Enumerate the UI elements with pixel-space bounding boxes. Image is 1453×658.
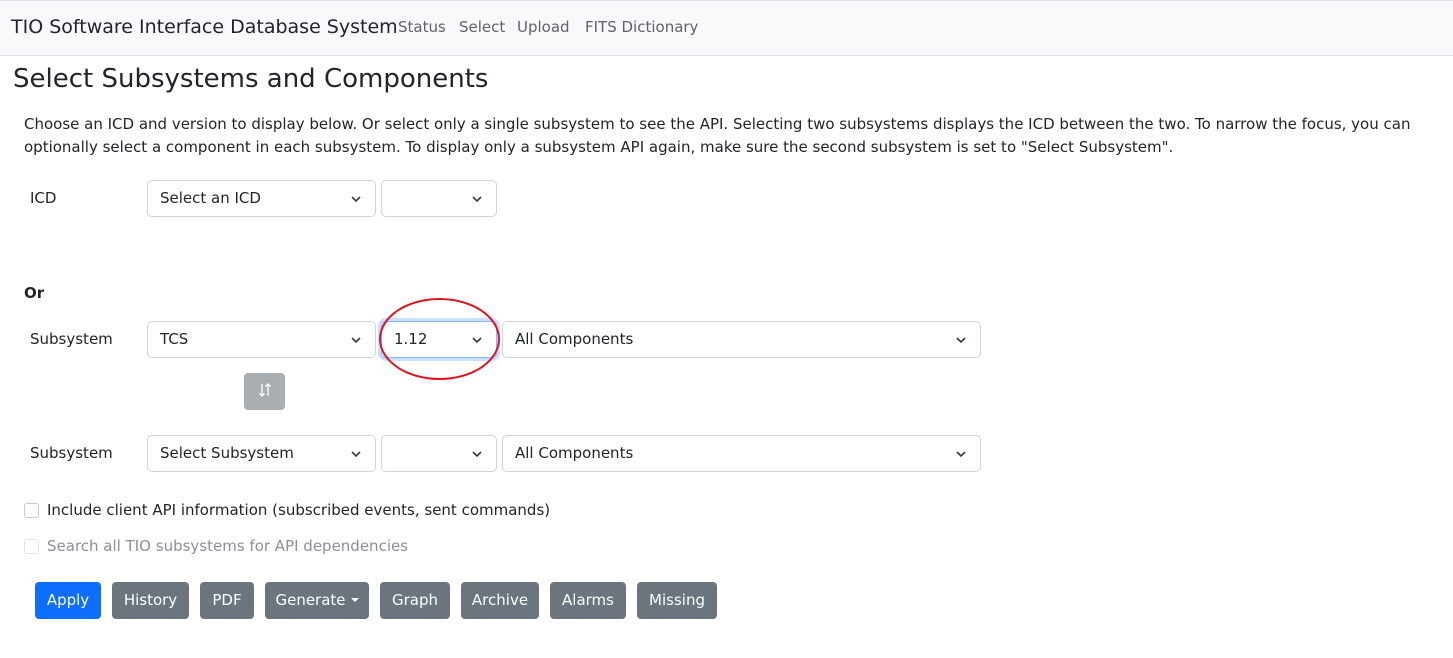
subsystem1-component-value: All Components [515,330,634,348]
navbar: TIO Software Interface Database System S… [0,0,1453,56]
apply-button[interactable]: Apply [35,582,101,619]
search-all-checkbox[interactable] [24,538,39,554]
alarms-button[interactable]: Alarms [550,582,626,619]
caret-down-icon [350,598,359,602]
chevron-down-icon [956,335,966,345]
brand-title[interactable]: TIO Software Interface Database System [11,16,398,38]
nav-link-upload[interactable]: Upload [517,18,570,36]
intro-text: Choose an ICD and version to display bel… [24,115,1411,156]
archive-button[interactable]: Archive [461,582,539,619]
subsystem2-select[interactable]: Select Subsystem [147,435,376,472]
subsystem1-version-select[interactable]: 1.12 [381,321,497,358]
chevron-down-icon [351,449,361,459]
chevron-down-icon [472,194,482,204]
subsystem1-select-value: TCS [160,330,189,348]
client-api-option: Include client API information (subscrib… [24,499,550,521]
subsystem1-label: Subsystem [30,330,113,348]
chevron-down-icon [351,194,361,204]
history-button[interactable]: History [112,582,189,619]
subsystem2-component-value: All Components [515,444,634,462]
chevron-down-icon [351,335,361,345]
subsystem2-select-value: Select Subsystem [160,444,294,462]
subsystem1-version-value: 1.12 [394,330,428,348]
subsystem2-version-select[interactable] [381,435,497,472]
graph-button[interactable]: Graph [380,582,450,619]
swap-subsystems-button[interactable] [244,373,285,410]
icd-select[interactable]: Select an ICD [147,180,376,217]
search-all-label: Search all TIO subsystems for API depend… [47,537,409,555]
page-title: Select Subsystems and Components [13,64,489,94]
nav-link-status[interactable]: Status [398,18,446,36]
chevron-down-icon [956,449,966,459]
chevron-down-icon [472,449,482,459]
missing-button[interactable]: Missing [637,582,717,619]
icd-version-select[interactable] [381,180,497,217]
search-all-option: Search all TIO subsystems for API depend… [24,535,408,557]
chevron-down-icon [472,335,482,345]
generate-dropdown-button[interactable]: Generate [265,582,369,619]
pdf-button[interactable]: PDF [200,582,254,619]
nav-link-fits-dictionary[interactable]: FITS Dictionary [585,18,698,36]
swap-arrows-icon [257,382,273,402]
generate-label: Generate [275,591,346,609]
subsystem1-select[interactable]: TCS [147,321,376,358]
subsystem2-label: Subsystem [30,444,113,462]
subsystem1-component-select[interactable]: All Components [502,321,981,358]
client-api-label[interactable]: Include client API information (subscrib… [47,501,550,519]
or-label: Or [24,284,45,302]
nav-link-select[interactable]: Select [459,18,505,36]
client-api-checkbox[interactable] [24,502,39,518]
icd-select-value: Select an ICD [160,189,261,207]
icd-label: ICD [30,189,57,207]
subsystem2-component-select[interactable]: All Components [502,435,981,472]
